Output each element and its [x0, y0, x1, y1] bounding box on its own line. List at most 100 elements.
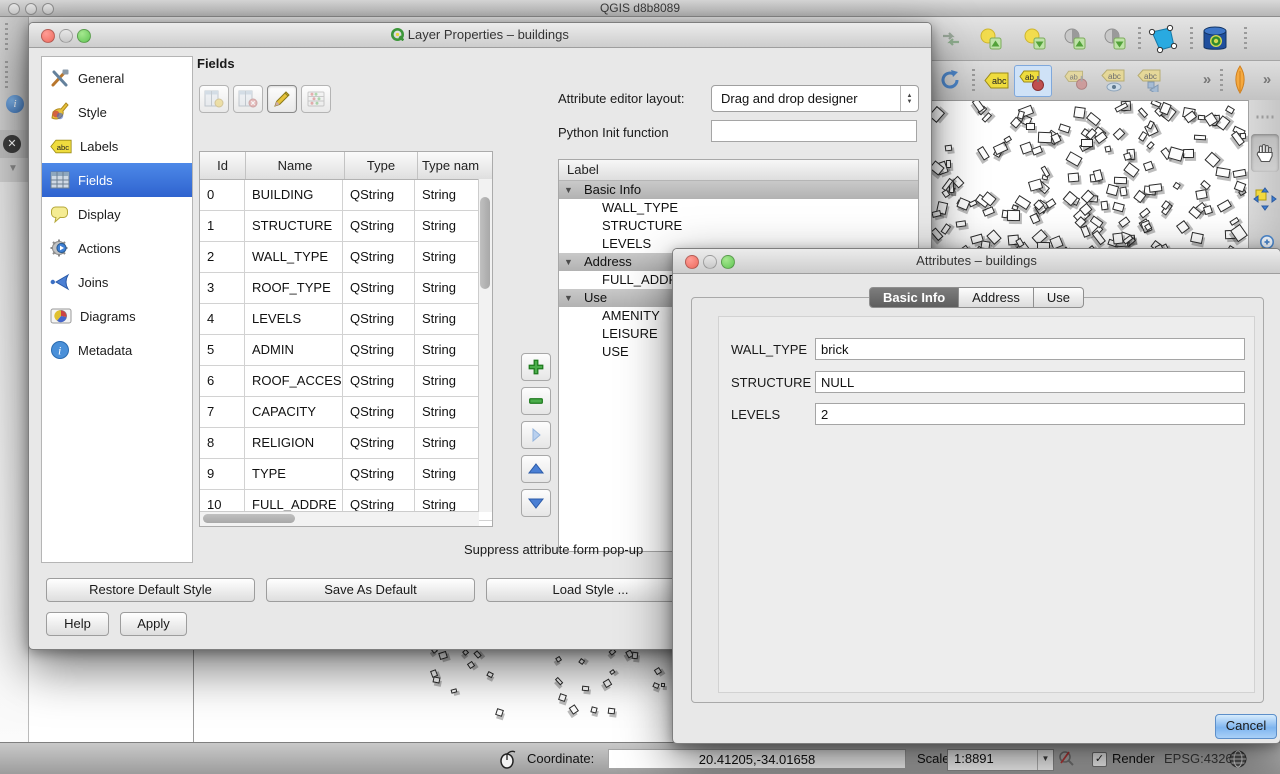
- scale-lock-icon[interactable]: [1057, 750, 1075, 768]
- table-row[interactable]: 7CAPACITYQStringString: [200, 397, 492, 428]
- zoom-dialog-icon[interactable]: [721, 255, 735, 269]
- coordinate-input[interactable]: [608, 749, 906, 769]
- levels-input[interactable]: [815, 403, 1245, 425]
- simplify-feature-up-icon[interactable]: [972, 22, 1008, 56]
- disclosure-triangle-icon[interactable]: ▼: [559, 253, 584, 271]
- save-as-default-button[interactable]: Save As Default: [266, 578, 475, 602]
- move-up-button[interactable]: [521, 455, 551, 483]
- minimize-dialog-icon[interactable]: [59, 29, 73, 43]
- sidebar-item-diagrams[interactable]: Diagrams: [42, 299, 192, 333]
- fields-table[interactable]: Id Name Type Type nam 0BUILDINGQStringSt…: [199, 151, 493, 527]
- toolbar-overflow-icon[interactable]: »: [1196, 67, 1218, 91]
- tree-node-item[interactable]: STRUCTURE: [559, 217, 918, 235]
- database-icon[interactable]: [1196, 21, 1234, 57]
- add-container-button[interactable]: [521, 353, 551, 381]
- redo-icon[interactable]: [934, 64, 966, 96]
- table-row[interactable]: 4LEVELSQStringString: [200, 304, 492, 335]
- dialog-titlebar[interactable]: Layer Properties – buildings: [29, 23, 931, 48]
- scrollbar-thumb[interactable]: [480, 197, 490, 289]
- pan-map-tool[interactable]: [1251, 134, 1279, 172]
- remove-item-button[interactable]: [521, 387, 551, 415]
- close-panel-icon[interactable]: ✕: [3, 135, 21, 153]
- label-pin-icon[interactable]: ab: [1014, 65, 1052, 97]
- show-hidden-labels-icon[interactable]: abc: [1096, 66, 1130, 94]
- toggle-editing-button[interactable]: [267, 85, 297, 113]
- restore-default-style-button[interactable]: Restore Default Style: [46, 578, 255, 602]
- editor-layout-combo[interactable]: Drag and drop designer ▲▼: [711, 85, 919, 112]
- python-init-input[interactable]: [711, 120, 917, 142]
- table-row[interactable]: 8RELIGIONQStringString: [200, 428, 492, 459]
- help-button[interactable]: Help: [46, 612, 109, 636]
- zoom-dialog-icon[interactable]: [77, 29, 91, 43]
- render-checkbox[interactable]: ✓: [1092, 752, 1107, 767]
- crs-projection-icon[interactable]: [1228, 749, 1248, 769]
- move-feature-icon[interactable]: [934, 23, 968, 55]
- tab-address[interactable]: Address: [959, 287, 1034, 308]
- sidebar-item-actions[interactable]: Actions: [42, 231, 192, 265]
- table-row[interactable]: 5ADMINQStringString: [200, 335, 492, 366]
- delete-column-button[interactable]: [233, 85, 263, 113]
- status-bar: Coordinate: Scale 1:8891 ▼ ✓ Render EPSG…: [0, 742, 1280, 774]
- apply-button[interactable]: Apply: [120, 612, 187, 636]
- load-style-button[interactable]: Load Style ...: [486, 578, 695, 602]
- label-unpin-icon[interactable]: ab: [1060, 66, 1094, 94]
- node-tool-icon[interactable]: [1144, 20, 1182, 58]
- ring-delete-icon[interactable]: [1096, 22, 1132, 56]
- structure-input[interactable]: [815, 371, 1245, 393]
- sidebar-item-display[interactable]: Display: [42, 197, 192, 231]
- tree-node-item[interactable]: WALL_TYPE: [559, 199, 918, 217]
- tab-basic-info[interactable]: Basic Info: [869, 287, 959, 308]
- sidebar-item-fields[interactable]: Fields: [42, 163, 192, 197]
- simplify-feature-down-icon[interactable]: [1016, 22, 1052, 56]
- close-dialog-icon[interactable]: [41, 29, 55, 43]
- column-header[interactable]: Type: [345, 152, 418, 179]
- python-init-label: Python Init function: [558, 125, 669, 140]
- sidebar-item-style[interactable]: Style: [42, 95, 192, 129]
- move-item-button[interactable]: [521, 421, 551, 449]
- close-dialog-icon[interactable]: [685, 255, 699, 269]
- info-icon[interactable]: i: [6, 95, 24, 113]
- sidebar-item-metadata[interactable]: i Metadata: [42, 333, 192, 367]
- collapse-triangle-icon[interactable]: ▼: [8, 163, 18, 174]
- move-down-button[interactable]: [521, 489, 551, 517]
- horizontal-scrollbar[interactable]: [200, 511, 479, 526]
- table-cell: ADMIN: [245, 335, 343, 365]
- table-row[interactable]: 1STRUCTUREQStringString: [200, 211, 492, 242]
- cancel-button[interactable]: Cancel: [1215, 714, 1277, 739]
- column-header[interactable]: Name: [246, 152, 345, 179]
- sidebar-item-joins[interactable]: Joins: [42, 265, 192, 299]
- left-toolbar-fragment: i: [0, 17, 29, 130]
- table-cell: QString: [343, 304, 415, 334]
- table-row[interactable]: 9TYPEQStringString: [200, 459, 492, 490]
- wall-type-input[interactable]: [815, 338, 1245, 360]
- close-window-icon[interactable]: [8, 3, 20, 15]
- sidebar-item-labels[interactable]: abc Labels: [42, 129, 192, 163]
- feather-plugin-icon[interactable]: [1226, 63, 1254, 97]
- minimize-window-icon[interactable]: [25, 3, 37, 15]
- disclosure-triangle-icon[interactable]: ▼: [559, 181, 584, 199]
- table-row[interactable]: 6ROOF_ACCESQStringString: [200, 366, 492, 397]
- coordinate-capture-icon[interactable]: [497, 749, 519, 769]
- table-row[interactable]: 0BUILDINGQStringString: [200, 180, 492, 211]
- sidebar-item-general[interactable]: General: [42, 61, 192, 95]
- vertical-scrollbar[interactable]: [478, 179, 492, 512]
- pan-to-selection-tool[interactable]: [1251, 180, 1279, 218]
- toolbar-overflow-icon[interactable]: »: [1256, 67, 1278, 91]
- labeling-icon[interactable]: abc: [982, 68, 1012, 92]
- zoom-window-icon[interactable]: [42, 3, 54, 15]
- new-column-button[interactable]: [199, 85, 229, 113]
- column-header[interactable]: Id: [200, 152, 246, 179]
- move-label-icon[interactable]: abc: [1132, 66, 1166, 94]
- column-header[interactable]: Type nam: [418, 152, 483, 179]
- scale-combo[interactable]: 1:8891 ▼: [947, 749, 1054, 771]
- tab-use[interactable]: Use: [1034, 287, 1084, 308]
- table-row[interactable]: 2WALL_TYPEQStringString: [200, 242, 492, 273]
- table-row[interactable]: 3ROOF_TYPEQStringString: [200, 273, 492, 304]
- scrollbar-thumb[interactable]: [203, 514, 295, 523]
- disclosure-triangle-icon[interactable]: ▼: [559, 289, 584, 307]
- minimize-dialog-icon[interactable]: [703, 255, 717, 269]
- tree-node-group[interactable]: ▼Basic Info: [559, 181, 918, 199]
- ring-add-icon[interactable]: [1056, 22, 1092, 56]
- field-calculator-button[interactable]: [301, 85, 331, 113]
- dialog-titlebar[interactable]: Attributes – buildings: [673, 249, 1280, 274]
